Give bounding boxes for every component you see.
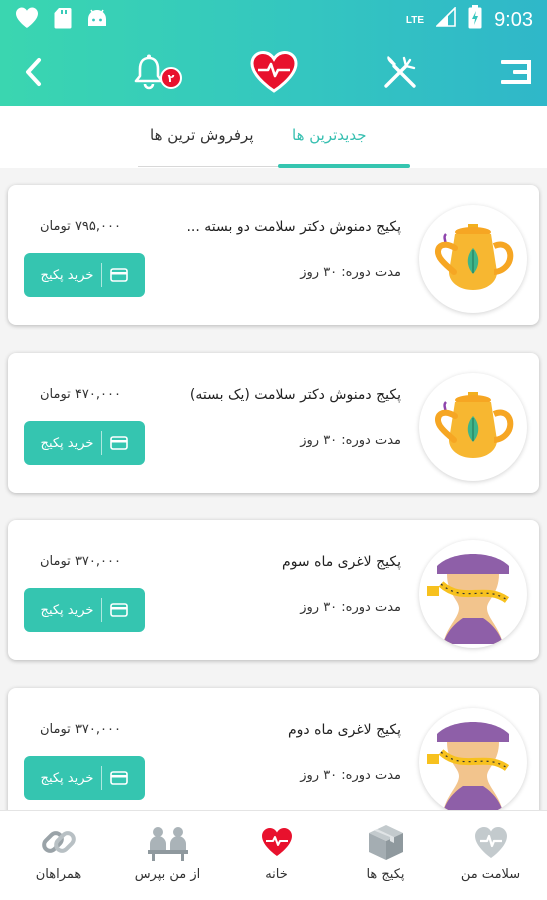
buy-label: خرید پکیج (40, 267, 94, 283)
package-duration: مدت دوره: ۳۰ روز (300, 600, 401, 615)
buy-package-button[interactable]: خرید پکیج (24, 253, 145, 297)
package-list[interactable]: پکیج دمنوش دکتر سلامت دو بسته ... ۷۹۵,۰۰… (0, 168, 547, 810)
package-duration: مدت دوره: ۳۰ روز (300, 768, 401, 783)
favorites-button[interactable] (248, 50, 300, 93)
health-icon (474, 827, 507, 858)
tab-bar: جدیدترین ها پرفروش ترین ها (0, 106, 547, 168)
buy-package-button[interactable]: خرید پکیج (24, 756, 145, 800)
buy-package-button[interactable]: خرید پکیج (24, 421, 145, 465)
nav-companions[interactable]: همراهان (4, 811, 113, 900)
package-title: پکیج دمنوش دکتر سلامت دو بسته ... (186, 219, 401, 235)
credit-card-icon (110, 436, 129, 450)
sd-card-icon (54, 7, 72, 33)
package-card[interactable]: پکیج لاغری ماه سوم ۳۷۰,۰۰۰ تومان مدت دور… (8, 520, 539, 660)
app-bar: LTE 9:03 ۲ (0, 0, 547, 106)
nav-label: از من بپرس (134, 867, 201, 882)
bottom-navigation: همراهان از من بپرس خانه پکیج ها سلامت من (0, 810, 547, 900)
nav-label: همراهان (35, 867, 82, 882)
package-title: پکیج لاغری ماه سوم (282, 554, 401, 570)
nav-label: پکیج ها (366, 867, 405, 882)
package-price: ۳۷۰,۰۰۰ تومان (40, 722, 121, 737)
buy-label: خرید پکیج (40, 602, 94, 618)
tab-newest[interactable]: جدیدترین ها (292, 126, 367, 144)
consult-icon (147, 827, 188, 861)
buy-package-button[interactable]: خرید پکیج (24, 588, 145, 632)
package-price: ۷۹۵,۰۰۰ تومان (40, 219, 121, 234)
status-bar: LTE 9:03 (0, 0, 547, 36)
package-card[interactable]: پکیج لاغری ماه دوم ۳۷۰,۰۰۰ تومان مدت دور… (8, 688, 539, 810)
buy-label: خرید پکیج (40, 435, 94, 451)
heart-status-icon (14, 6, 40, 34)
back-button[interactable] (18, 52, 48, 92)
box-icon (368, 825, 403, 860)
nav-ask-me[interactable]: از من بپرس (113, 811, 222, 900)
chain-link-icon (41, 831, 76, 853)
clock: 9:03 (494, 8, 533, 31)
credit-card-icon (110, 268, 129, 282)
battery-icon (468, 5, 482, 35)
nav-label: سلامت من (460, 867, 521, 882)
package-card[interactable]: پکیج دمنوش دکتر سلامت (یک بسته) ۴۷۰,۰۰۰ … (8, 353, 539, 493)
food-button[interactable] (380, 52, 420, 92)
android-icon (86, 8, 108, 32)
package-card[interactable]: پکیج دمنوش دکتر سلامت دو بسته ... ۷۹۵,۰۰… (8, 185, 539, 325)
package-price: ۳۷۰,۰۰۰ تومان (40, 554, 121, 569)
waist-measure-icon (419, 540, 527, 648)
package-duration: مدت دوره: ۳۰ روز (300, 433, 401, 448)
nav-my-health[interactable]: سلامت من (436, 811, 545, 900)
package-price: ۴۷۰,۰۰۰ تومان (40, 387, 121, 402)
credit-card-icon (110, 771, 129, 785)
nav-packages[interactable]: پکیج ها (331, 811, 440, 900)
menu-button[interactable] (498, 52, 534, 92)
tab-bestsellers[interactable]: پرفروش ترین ها (150, 126, 254, 144)
nav-label: خانه (265, 867, 288, 882)
chevron-left-icon (26, 58, 41, 86)
network-type: LTE (405, 14, 425, 26)
heart-pulse-icon (250, 50, 298, 93)
menu-icon (501, 60, 531, 84)
heart-icon (261, 828, 292, 856)
credit-card-icon (110, 603, 129, 617)
buy-label: خرید پکیج (40, 770, 94, 786)
package-title: پکیج دمنوش دکتر سلامت (یک بسته) (189, 387, 401, 403)
package-duration: مدت دوره: ۳۰ روز (300, 265, 401, 280)
teapot-icon (419, 205, 527, 313)
teapot-icon (419, 373, 527, 481)
waist-measure-icon (419, 708, 527, 810)
signal-icon (435, 6, 456, 33)
fork-knife-icon (384, 56, 416, 88)
notification-badge: ۲ (160, 67, 182, 89)
package-title: پکیج لاغری ماه دوم (288, 722, 401, 738)
nav-home[interactable]: خانه (222, 811, 331, 900)
